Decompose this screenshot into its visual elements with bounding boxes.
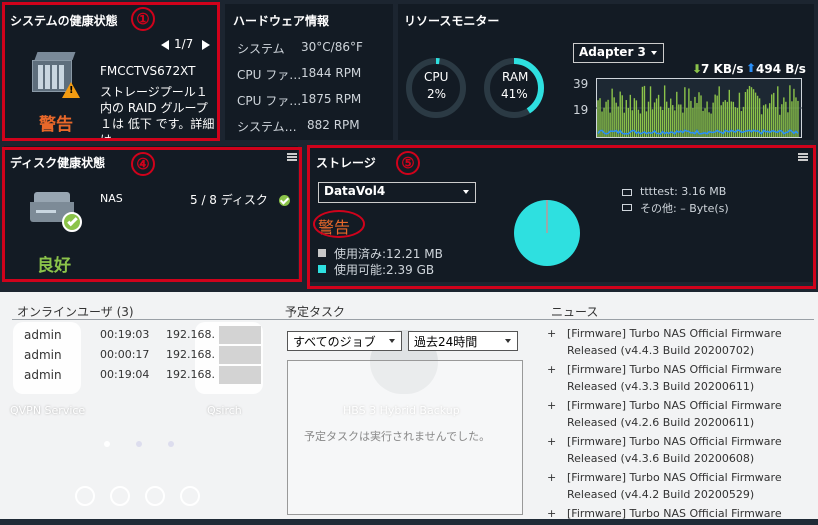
- marker-1: ①: [131, 7, 155, 31]
- page-dot[interactable]: [168, 441, 174, 447]
- chart-tick-top: 39: [573, 77, 589, 91]
- news-item[interactable]: + [Firmware] Turbo NAS Official Firmware…: [547, 361, 809, 397]
- hardware-row-value: 1844 RPM: [301, 66, 362, 80]
- chevron-down-icon: [651, 51, 657, 55]
- user-time: 00:00:17: [100, 348, 150, 361]
- hardware-title: ハードウェア情報: [233, 14, 330, 28]
- ip-redacted: [219, 346, 261, 364]
- hardware-row: システム… 882 RPM: [237, 118, 438, 135]
- dock-icon[interactable]: [180, 486, 200, 506]
- news-item-line: [Firmware] Turbo NAS Official Firmware: [567, 471, 782, 484]
- news-item-line: Released (v4.3.3 Build 20200611): [567, 380, 755, 393]
- news-item[interactable]: + [Firmware] Turbo NAS Official Firmware…: [547, 433, 809, 469]
- network-chart: [596, 78, 802, 138]
- user-name: admin: [24, 368, 62, 382]
- ip-redacted: [219, 326, 261, 344]
- highlight-box-1: [2, 2, 220, 141]
- hardware-panel: ハードウェア情報 システム 30°C/86°F CPU ファ… 1844 RPM…: [225, 4, 443, 140]
- user-time: 00:19:03: [100, 328, 150, 341]
- dock-icon[interactable]: [110, 486, 130, 506]
- dock-icon[interactable]: [145, 486, 165, 506]
- marker-5: ⑤: [396, 151, 420, 175]
- hardware-row-label: CPU ファ…: [237, 94, 302, 108]
- user-row: admin 00:19:04 192.168.: [24, 366, 264, 384]
- news-list: + [Firmware] Turbo NAS Official Firmware…: [547, 325, 809, 525]
- cpu-value: 2%: [427, 87, 447, 101]
- news-item-line: Released (v4.2.6 Build 20200611): [567, 416, 755, 429]
- news-item-line: [Firmware] Turbo NAS Official Firmware: [567, 363, 782, 376]
- user-row: admin 00:00:17 192.168.: [24, 346, 264, 364]
- hardware-row-value: 30°C/86°F: [301, 40, 363, 54]
- section-divider: [12, 319, 814, 320]
- news-item-line: Released (v4.4.3 Build 20200702): [567, 344, 755, 357]
- online-users-title: オンラインユーザ (3): [17, 305, 134, 319]
- resource-title: リソースモニター: [404, 14, 500, 28]
- page-dot[interactable]: [104, 441, 110, 447]
- user-time: 00:19:04: [100, 368, 150, 381]
- news-item[interactable]: + [Firmware] Turbo NAS Official Firmware…: [547, 397, 809, 433]
- job-filter-select[interactable]: すべてのジョブ: [287, 331, 402, 351]
- user-ip: 192.168.: [166, 368, 215, 381]
- user-name: admin: [24, 328, 62, 342]
- tasks-title: 予定タスク: [285, 305, 346, 319]
- hardware-row: CPU ファ… 1844 RPM: [237, 66, 443, 83]
- news-item-line: [Firmware] Turbo NAS Official Firmware: [567, 327, 782, 340]
- ram-value: 41%: [501, 87, 528, 101]
- time-filter-select[interactable]: 過去24時間: [408, 331, 518, 351]
- user-ip: 192.168.: [166, 328, 215, 341]
- resource-monitor-panel: リソースモニター CPU 2% RAM 41% Adapter 3 ⬇ 7 KB…: [398, 4, 814, 140]
- hardware-row-value: 882 RPM: [307, 118, 360, 132]
- background-app-label: Qsirch: [207, 404, 242, 417]
- hardware-row: CPU ファ… 1875 RPM: [237, 92, 443, 109]
- news-title: ニュース: [551, 305, 599, 319]
- hardware-row-label: システム…: [237, 120, 297, 134]
- ram-label: RAM: [502, 70, 529, 84]
- chart-tick-mid: 19: [573, 103, 589, 117]
- news-item-line: [Firmware] Turbo NAS Official Firmware: [567, 435, 782, 448]
- ip-redacted: [219, 366, 261, 384]
- hardware-row: システム 30°C/86°F: [237, 40, 426, 57]
- news-item-line: [Firmware] Turbo NAS Official Firmware: [567, 507, 782, 520]
- adapter-value: Adapter 3: [579, 45, 646, 59]
- marker-4: ④: [131, 152, 155, 176]
- tasks-empty-text: 予定タスクは実行されませんでした。: [304, 430, 491, 443]
- user-name: admin: [24, 348, 62, 362]
- time-filter-value: 過去24時間: [414, 335, 478, 349]
- page-dot[interactable]: [136, 441, 142, 447]
- user-ip: 192.168.: [166, 348, 215, 361]
- background-app-label: QVPN Service: [10, 404, 86, 417]
- news-item[interactable]: + [Firmware] Turbo NAS Official Firmware…: [547, 325, 809, 361]
- download-rate: 7 KB/s: [701, 62, 744, 76]
- hardware-row-label: CPU ファ…: [237, 68, 302, 82]
- upload-arrow-icon: ⬆: [746, 61, 757, 75]
- news-item-line: Released (v4.4.2 Build 20200529): [567, 488, 755, 501]
- news-item-line: [Firmware] Turbo NAS Official Firmware: [567, 399, 782, 412]
- chevron-down-icon: [389, 339, 395, 343]
- highlight-box-5: [307, 145, 816, 289]
- chevron-down-icon: [505, 339, 511, 343]
- user-row: admin 00:19:03 192.168.: [24, 326, 264, 344]
- news-item[interactable]: + [Firmware] Turbo NAS Official Firmware: [547, 505, 809, 525]
- cpu-label: CPU: [424, 70, 449, 84]
- news-item-line: Released (v4.3.6 Build 20200608): [567, 452, 755, 465]
- adapter-select[interactable]: Adapter 3: [573, 43, 664, 63]
- news-item[interactable]: + [Firmware] Turbo NAS Official Firmware…: [547, 469, 809, 505]
- dock-icon[interactable]: [75, 486, 95, 506]
- job-filter-value: すべてのジョブ: [293, 335, 376, 349]
- upload-rate: 494 B/s: [756, 62, 806, 76]
- hardware-row-label: システム: [237, 42, 285, 56]
- hardware-row-value: 1875 RPM: [301, 92, 362, 106]
